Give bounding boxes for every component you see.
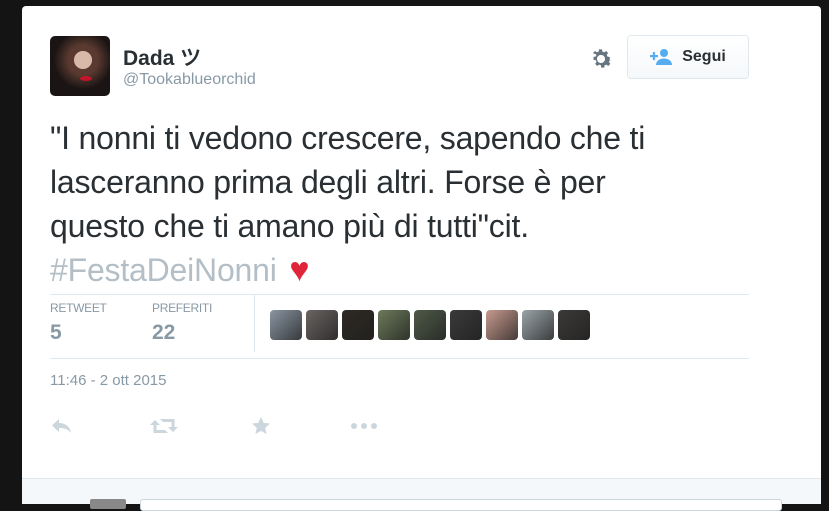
favoriter-avatar[interactable] bbox=[342, 310, 374, 340]
reply-icon bbox=[52, 419, 71, 433]
author-handle[interactable]: @Tookablueorchid bbox=[123, 71, 256, 89]
gear-icon[interactable] bbox=[587, 45, 615, 73]
tweet-actions bbox=[50, 412, 450, 440]
follow-button[interactable]: Segui bbox=[627, 35, 749, 79]
retweet-stat[interactable]: RETWEET 5 bbox=[50, 301, 107, 345]
divider bbox=[50, 294, 749, 295]
favoriter-avatar[interactable] bbox=[270, 310, 302, 340]
more-button[interactable] bbox=[350, 412, 450, 440]
retweet-icon bbox=[150, 419, 178, 433]
tweet-text-line: questo che ti amano più di tutti"cit. bbox=[50, 208, 529, 244]
tweet-timestamp[interactable]: 11:46 - 2 ott 2015 bbox=[50, 372, 166, 389]
avatar-detail bbox=[80, 76, 92, 81]
author-avatar[interactable] bbox=[50, 36, 110, 96]
tweet-text: "I nonni ti vedono crescere, sapendo che… bbox=[50, 116, 740, 292]
hashtag-link[interactable]: #FestaDeiNonni bbox=[50, 252, 277, 288]
author-name[interactable]: Dada ツ bbox=[123, 42, 201, 72]
retweet-button[interactable] bbox=[150, 412, 250, 440]
reply-input[interactable] bbox=[140, 499, 782, 511]
viewer-avatar bbox=[90, 499, 126, 509]
retweet-label: RETWEET bbox=[50, 301, 107, 315]
favorites-label: PREFERITI bbox=[152, 301, 212, 315]
favoriter-avatar[interactable] bbox=[486, 310, 518, 340]
heart-emoji: ♥ bbox=[289, 251, 310, 289]
tweet-text-line: "I nonni ti vedono crescere, sapendo che… bbox=[50, 120, 646, 156]
favorites-stat[interactable]: PREFERITI 22 bbox=[152, 301, 212, 345]
favoriter-avatar[interactable] bbox=[414, 310, 446, 340]
favoriter-avatar[interactable] bbox=[522, 310, 554, 340]
stat-divider bbox=[254, 294, 255, 352]
follow-button-label: Segui bbox=[682, 48, 726, 65]
divider bbox=[50, 358, 749, 359]
favorites-count: 22 bbox=[152, 321, 176, 344]
favoriter-avatar[interactable] bbox=[450, 310, 482, 340]
favoriter-avatar[interactable] bbox=[558, 310, 590, 340]
retweet-count: 5 bbox=[50, 321, 62, 344]
favoriter-avatar[interactable] bbox=[306, 310, 338, 340]
more-icon bbox=[351, 423, 377, 429]
favoriters-row bbox=[270, 310, 590, 340]
add-user-icon bbox=[650, 49, 673, 65]
reply-button[interactable] bbox=[50, 412, 150, 440]
favoriter-avatar[interactable] bbox=[378, 310, 410, 340]
favorite-button[interactable] bbox=[250, 412, 350, 440]
tweet-text-line: lasceranno prima degli altri. Forse è pe… bbox=[50, 164, 606, 200]
favorite-icon bbox=[251, 416, 271, 435]
reply-area bbox=[22, 478, 821, 511]
